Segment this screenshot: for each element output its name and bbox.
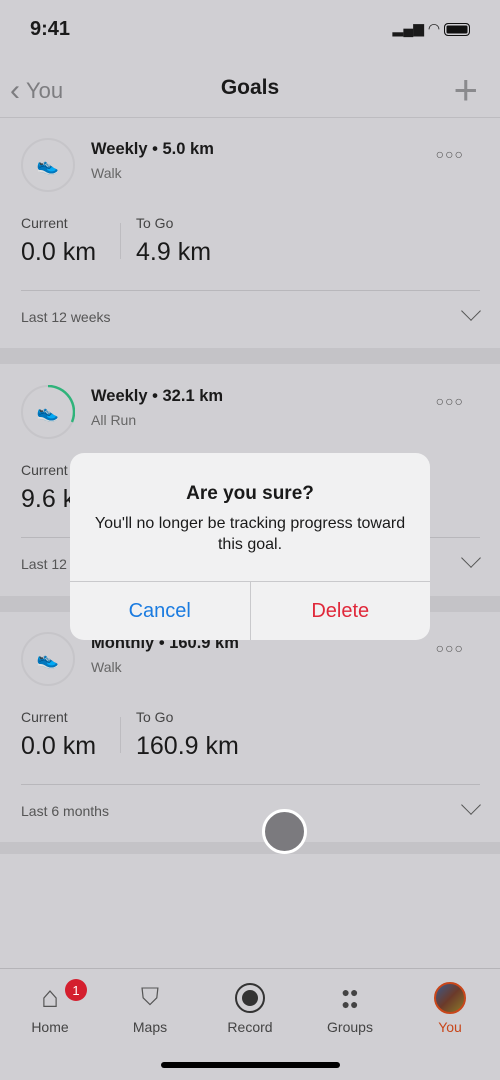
- run-shoe-icon: 👟: [21, 385, 75, 439]
- divider: [21, 784, 480, 785]
- togo-value: 160.9 km: [136, 732, 239, 760]
- chevron-down-icon[interactable]: [461, 548, 481, 568]
- more-options-icon[interactable]: ○○○: [436, 393, 464, 409]
- walk-shoe-icon: 👟: [21, 632, 75, 686]
- record-icon: [235, 977, 265, 1019]
- dialog-title: Are you sure?: [186, 483, 314, 504]
- tab-label: Record: [227, 1019, 273, 1035]
- tab-label: You: [438, 1019, 462, 1035]
- section-separator: [0, 348, 500, 364]
- current-label: Current: [21, 709, 68, 725]
- more-options-icon[interactable]: ○○○: [436, 146, 464, 162]
- goal-sport: Walk: [91, 165, 122, 181]
- tab-maps[interactable]: ⛉ Maps: [100, 977, 200, 1035]
- delete-button[interactable]: Delete: [251, 582, 431, 640]
- avatar: [434, 977, 466, 1019]
- more-options-icon[interactable]: ○○○: [436, 640, 464, 656]
- goal-sport: Walk: [91, 659, 122, 675]
- divider: [120, 717, 121, 753]
- map-pin-icon: ⛉: [141, 984, 159, 1011]
- chevron-down-icon[interactable]: [461, 301, 481, 321]
- togo-label: To Go: [136, 709, 174, 725]
- progress-ring: [47, 385, 75, 423]
- tab-label: Home: [31, 1019, 69, 1035]
- section-separator: [0, 842, 500, 854]
- status-bar: 9:41 ▂▄▆ ◠: [0, 0, 500, 60]
- chevron-down-icon[interactable]: [461, 795, 481, 815]
- current-label: Current: [21, 462, 68, 478]
- cancel-button[interactable]: Cancel: [70, 582, 251, 640]
- goal-card: 👟 Monthly • 160.9 km Walk ○○○ Current 0.…: [0, 612, 500, 842]
- nav-bar: ‹ You Goals +: [0, 60, 500, 118]
- dialog-message: You'll no longer be tracking progress to…: [94, 515, 406, 553]
- current-value: 0.0 km: [21, 238, 97, 266]
- current-label: Current: [21, 215, 68, 231]
- touch-indicator: [262, 809, 307, 854]
- tab-you[interactable]: You: [400, 977, 500, 1035]
- tab-label: Groups: [327, 1019, 373, 1035]
- range-label[interactable]: Last 12 weeks: [21, 309, 111, 325]
- home-indicator: [161, 1062, 340, 1068]
- divider: [21, 290, 480, 291]
- notification-badge: 1: [64, 979, 87, 1001]
- signal-wifi-battery-icons: ▂▄▆ ◠: [393, 20, 470, 37]
- goal-title: Weekly • 32.1 km: [91, 387, 224, 405]
- walk-shoe-icon: 👟: [21, 138, 75, 192]
- confirm-delete-dialog: Are you sure? You'll no longer be tracki…: [70, 453, 430, 640]
- current-value: 0.0 km: [21, 732, 97, 760]
- tab-label: Maps: [132, 1019, 168, 1035]
- groups-icon: ●● ●●: [341, 984, 359, 1012]
- goal-card: 👟 Weekly • 5.0 km Walk ○○○ Current 0.0 k…: [0, 118, 500, 348]
- togo-label: To Go: [136, 215, 174, 231]
- goal-title: Weekly • 5.0 km: [91, 140, 214, 158]
- page-title: Goals: [220, 76, 280, 99]
- tab-home[interactable]: ⌂ 1 Home: [0, 977, 100, 1035]
- home-icon: ⌂ 1: [41, 977, 87, 1019]
- tab-groups[interactable]: ●● ●● Groups: [300, 977, 400, 1035]
- goal-sport: All Run: [91, 412, 137, 428]
- range-label[interactable]: Last 6 months: [21, 803, 109, 819]
- togo-value: 4.9 km: [136, 238, 212, 266]
- add-goal-button[interactable]: +: [453, 66, 478, 114]
- divider: [120, 223, 121, 259]
- status-time: 9:41: [30, 18, 71, 40]
- tab-record[interactable]: Record: [200, 977, 300, 1035]
